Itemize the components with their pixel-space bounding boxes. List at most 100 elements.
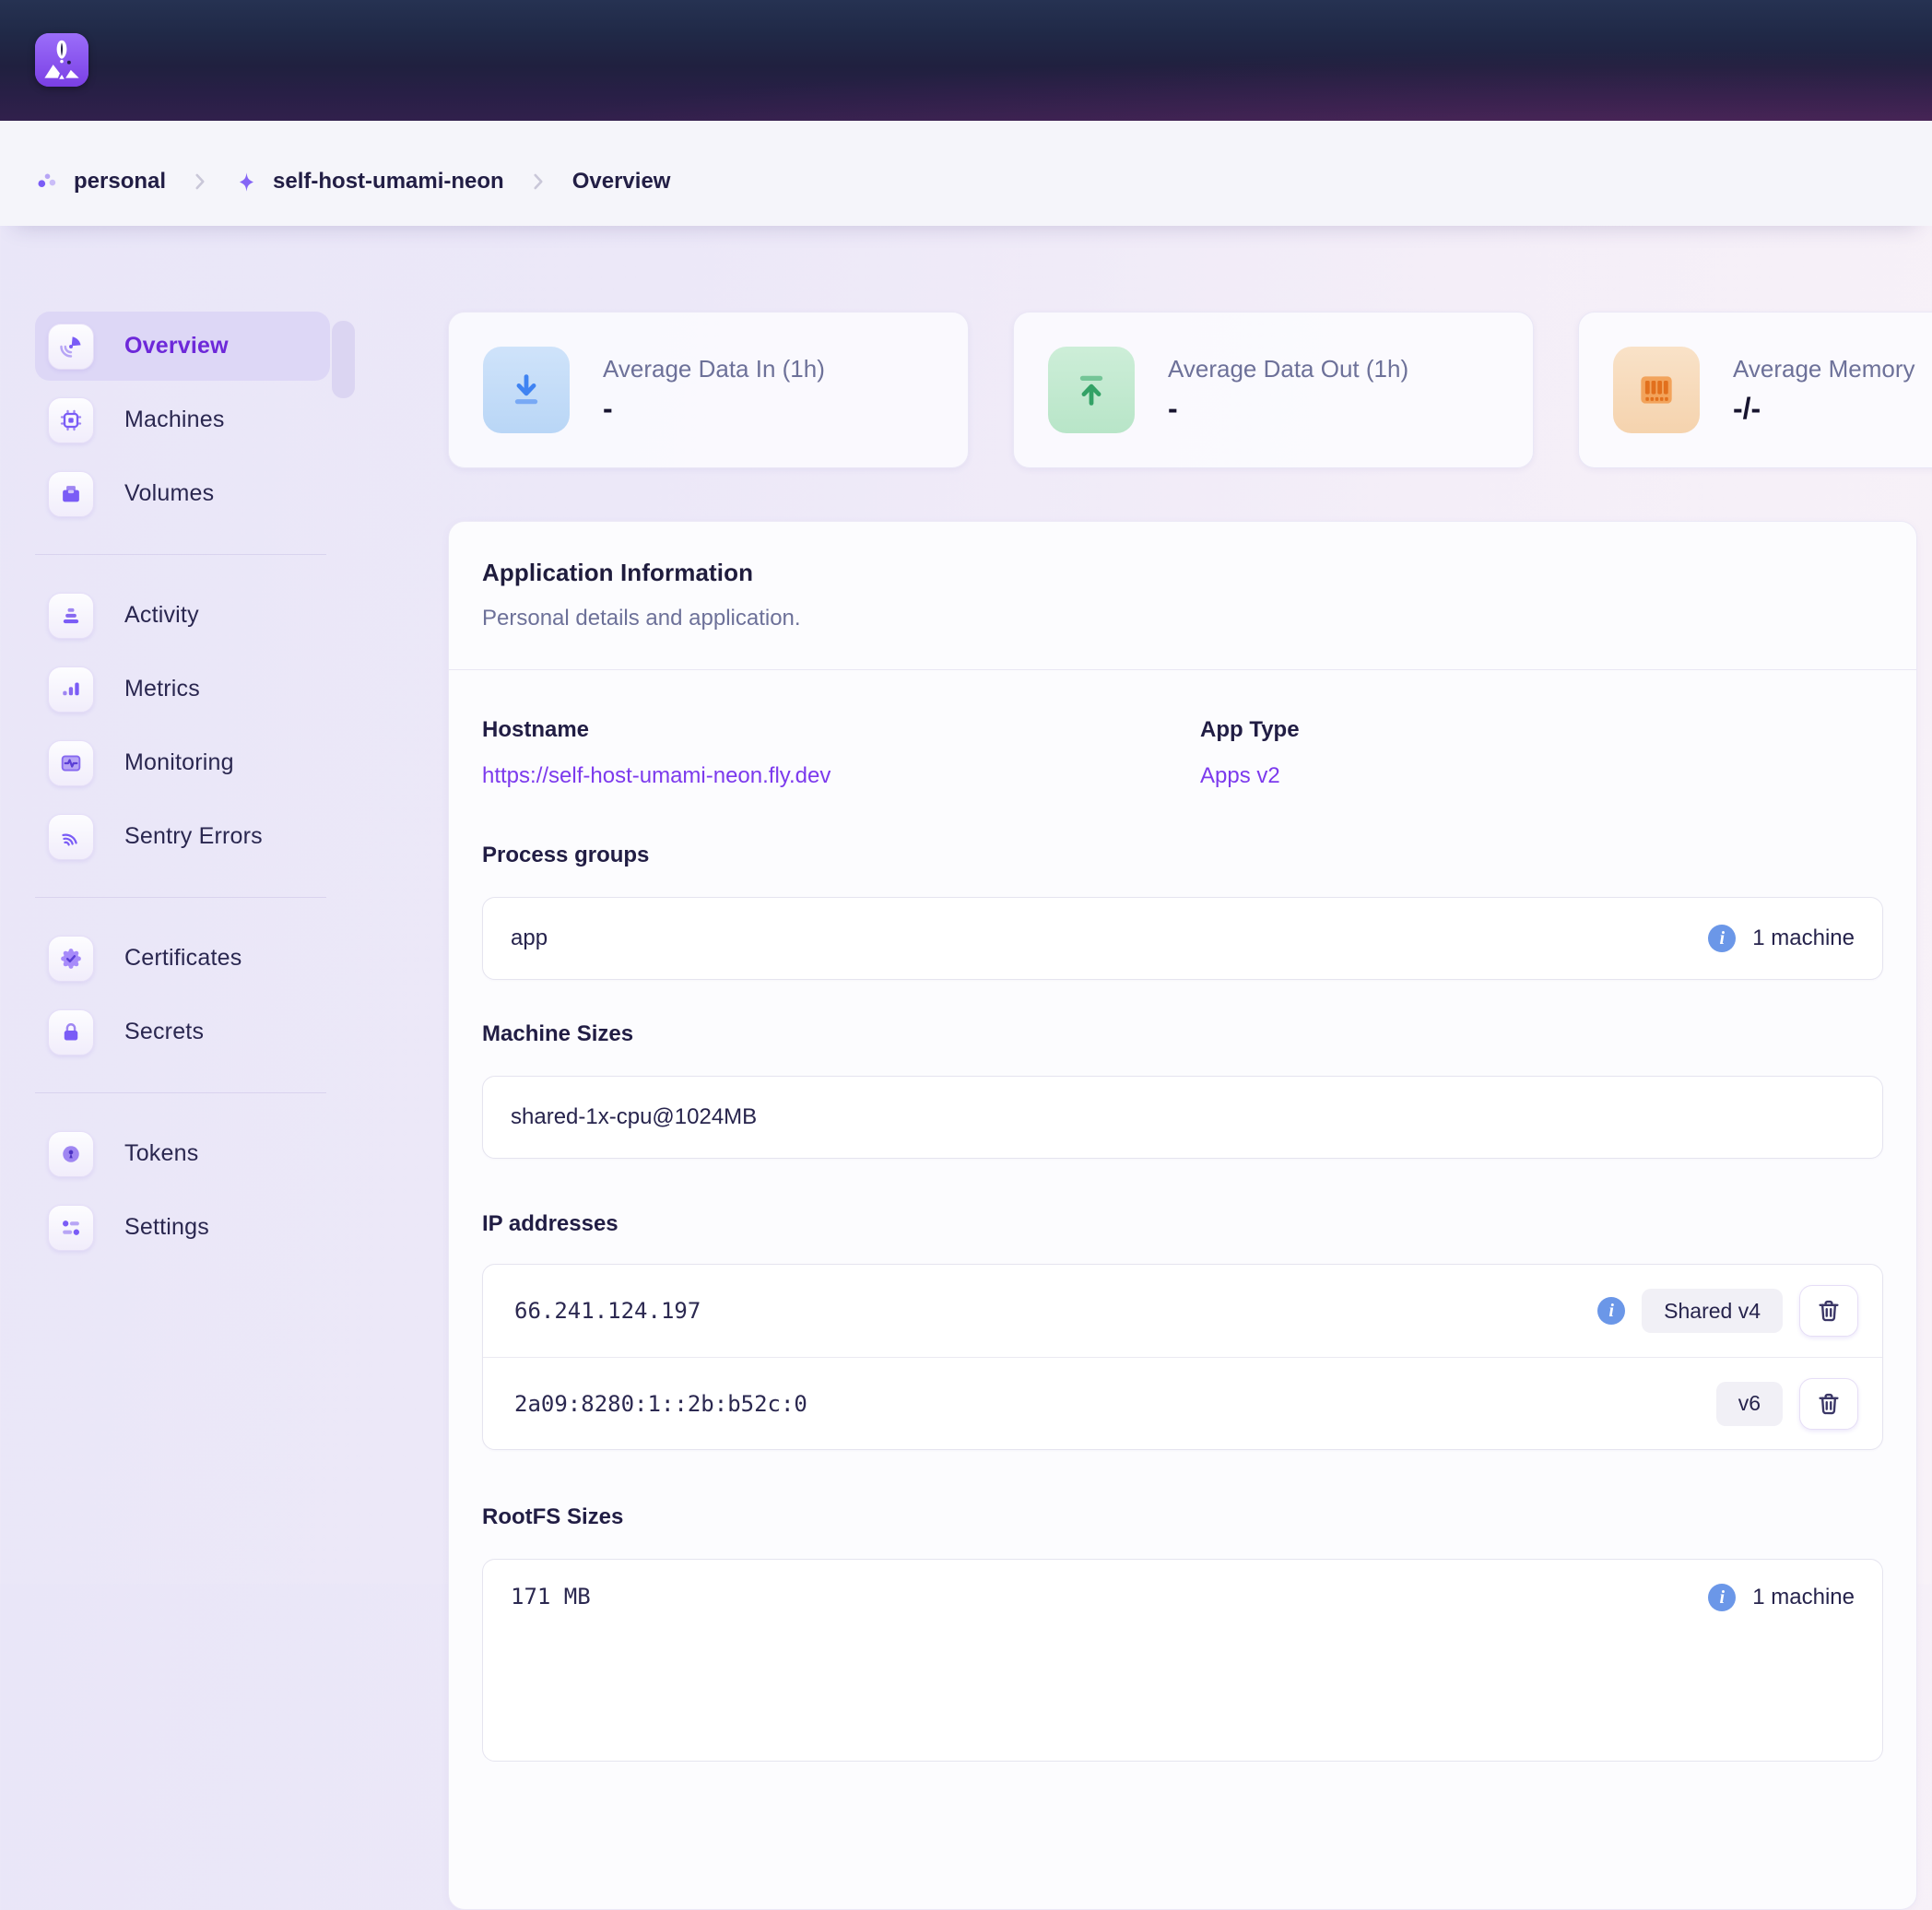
nav-icon-tile (48, 1205, 94, 1251)
sidebar-item-metrics[interactable]: Metrics (35, 654, 330, 724)
nav-icon-tile (48, 593, 94, 639)
card-title: Application Information (482, 557, 1883, 588)
main-panel: Average Data In (1h) - Average Data Out … (448, 312, 1917, 1910)
breadcrumb-app-label: self-host-umami-neon (273, 169, 504, 195)
application-information-card: Application Information Personal details… (448, 521, 1917, 1910)
stat-card-data-in: Average Data In (1h) - (448, 312, 969, 468)
rootfs-size-row: 171 MB i 1 machine (482, 1559, 1883, 1762)
info-icon[interactable]: i (1708, 925, 1736, 952)
hostname-link[interactable]: https://self-host-umami-neon.fly.dev (482, 763, 831, 788)
hostname-label: Hostname (482, 716, 1200, 744)
sidebar-item-volumes[interactable]: Volumes (35, 459, 330, 528)
certificates-badge-icon (58, 946, 84, 972)
ip-type-badge: v6 (1716, 1382, 1783, 1426)
sidebar-item-activity[interactable]: Activity (35, 581, 330, 650)
ip-v6-address: 2a09:8280:1::2b:b52c:0 (514, 1391, 807, 1417)
breadcrumb: personal self-host-umami-neon Overview (0, 121, 1932, 226)
delete-ip-button[interactable] (1799, 1285, 1858, 1337)
fly-logo[interactable] (35, 33, 88, 87)
rootfs-size-value: 171 MB (511, 1584, 591, 1609)
sidebar-item-label: Sentry Errors (124, 823, 263, 850)
sidebar-item-overview[interactable]: Overview (35, 312, 330, 381)
app-type-label: App Type (1200, 716, 1883, 744)
memory-icon (1633, 367, 1679, 413)
sidebar-item-machines[interactable]: Machines (35, 385, 330, 454)
breadcrumb-org-label: personal (74, 169, 166, 195)
fly-balloon-icon (35, 33, 88, 87)
machine-size-row: shared-1x-cpu@1024MB (482, 1076, 1883, 1159)
info-icon[interactable]: i (1597, 1297, 1625, 1325)
sentry-logo-icon (58, 824, 84, 850)
sidebar-divider (35, 554, 326, 555)
app-sparkle-icon (234, 170, 259, 195)
hostname-field: Hostname https://self-host-umami-neon.fl… (482, 716, 1200, 790)
stat-value: -/- (1733, 392, 1915, 426)
nav-icon-tile (48, 1009, 94, 1055)
sidebar-item-label: Metrics (124, 676, 200, 702)
card-subtitle: Personal details and application. (482, 605, 1883, 632)
sidebar-item-label: Tokens (124, 1140, 198, 1167)
nav-icon-tile (48, 471, 94, 517)
activity-layers-icon (58, 603, 84, 629)
stat-icon-tile (1048, 347, 1135, 433)
nav-icon-tile (48, 666, 94, 713)
rootfs-sizes-label: RootFS Sizes (482, 1503, 1883, 1531)
sidebar-item-sentry-errors[interactable]: Sentry Errors (35, 802, 330, 871)
process-group-machine-count: 1 machine (1752, 926, 1855, 951)
monitoring-pulse-icon (58, 750, 84, 776)
breadcrumb-org-item[interactable]: personal (35, 169, 166, 195)
sidebar-item-tokens[interactable]: Tokens (35, 1119, 330, 1188)
ip-row-v6: 2a09:8280:1::2b:b52c:0 v6 (483, 1357, 1882, 1449)
stat-icon-tile (483, 347, 570, 433)
sidebar-divider (35, 897, 326, 898)
chevron-right-icon (188, 170, 212, 194)
sidebar-item-label: Settings (124, 1214, 209, 1241)
download-icon (505, 369, 548, 411)
stat-value: - (603, 392, 825, 426)
stat-label: Average Data Out (1h) (1168, 355, 1408, 383)
sidebar-item-secrets[interactable]: Secrets (35, 997, 330, 1067)
nav-icon-tile (48, 324, 94, 370)
machines-chip-icon (58, 407, 84, 433)
sidebar-item-label: Monitoring (124, 749, 234, 776)
breadcrumb-app-item[interactable]: self-host-umami-neon (234, 169, 504, 195)
tokens-keyhole-icon (58, 1141, 84, 1167)
stat-label: Average Data In (1h) (603, 355, 825, 383)
rootfs-machine-count: 1 machine (1752, 1585, 1855, 1610)
org-dots-icon (35, 170, 60, 195)
ip-addresses-label: IP addresses (482, 1210, 1883, 1238)
sidebar-item-settings[interactable]: Settings (35, 1193, 330, 1262)
ip-addresses-list: 66.241.124.197 i Shared v4 (482, 1264, 1883, 1450)
sidebar-item-label: Overview (124, 333, 229, 360)
sidebar-item-label: Volumes (124, 480, 214, 507)
sidebar-item-monitoring[interactable]: Monitoring (35, 728, 330, 797)
app-type-value[interactable]: Apps v2 (1200, 763, 1280, 788)
nav-icon-tile (48, 814, 94, 860)
ip-type-badge: Shared v4 (1642, 1289, 1783, 1333)
stat-value: - (1168, 392, 1408, 426)
card-divider (449, 669, 1916, 670)
stat-cards-row: Average Data In (1h) - Average Data Out … (448, 312, 1917, 468)
process-group-row: app i 1 machine (482, 897, 1883, 980)
sidebar-item-label: Certificates (124, 945, 242, 972)
trash-icon (1815, 1297, 1843, 1325)
process-groups-label: Process groups (482, 842, 1883, 869)
sidebar-item-label: Activity (124, 602, 199, 629)
machine-size-value: shared-1x-cpu@1024MB (511, 1104, 757, 1130)
sidebar-item-label: Secrets (124, 1019, 204, 1045)
metrics-bars-icon (58, 677, 84, 702)
card-edge-decoration (332, 321, 355, 398)
machine-sizes-label: Machine Sizes (482, 1020, 1883, 1048)
topbar (0, 0, 1932, 121)
delete-ip-button[interactable] (1799, 1378, 1858, 1430)
info-icon[interactable]: i (1708, 1584, 1736, 1611)
page-content: Overview Machines (0, 226, 1932, 1910)
sidebar-divider (35, 1092, 326, 1093)
stat-label: Average Memory (1733, 355, 1915, 383)
nav-icon-tile (48, 936, 94, 982)
ip-v4-address: 66.241.124.197 (514, 1298, 701, 1324)
volumes-box-icon (58, 481, 84, 507)
sidebar-item-certificates[interactable]: Certificates (35, 924, 330, 993)
nav-icon-tile (48, 1131, 94, 1177)
application-information-header: Application Information Personal details… (449, 522, 1916, 669)
